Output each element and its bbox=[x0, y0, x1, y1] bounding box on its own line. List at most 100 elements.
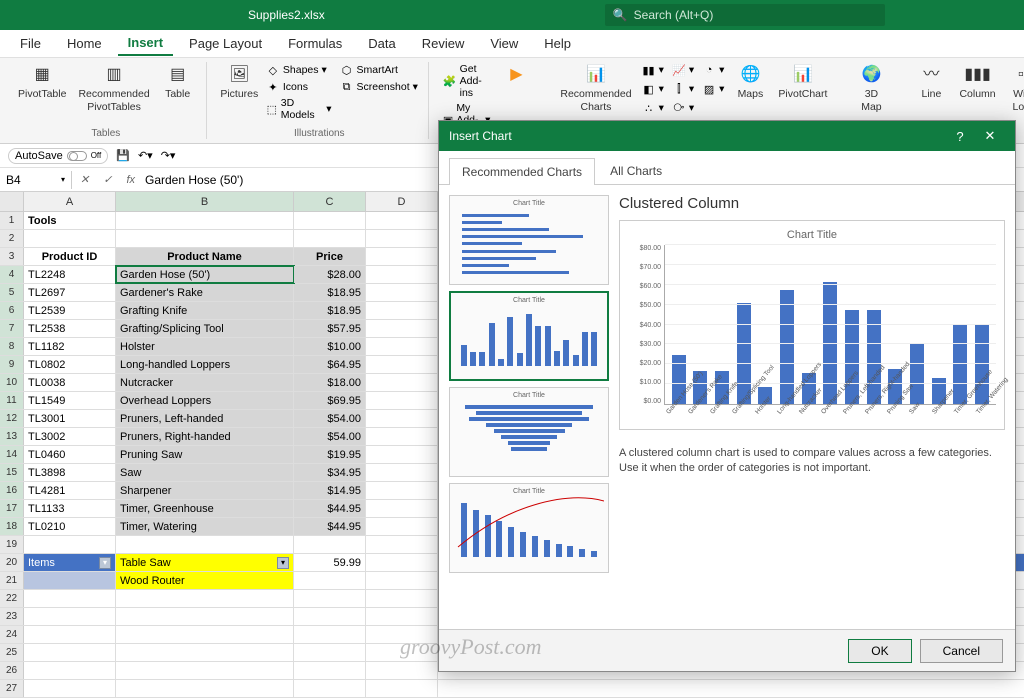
shapes-button[interactable]: ◇Shapes▾ bbox=[264, 62, 334, 78]
col-header-b[interactable]: B bbox=[116, 192, 294, 211]
get-addins-button[interactable]: 🧩Get Add-ins bbox=[441, 62, 492, 100]
cell-id[interactable]: TL3898 bbox=[24, 464, 116, 481]
bing-icon[interactable]: ▶ bbox=[496, 62, 536, 90]
chart-hier-button[interactable]: ◧▾ bbox=[640, 81, 666, 97]
thumb-clustered-column[interactable]: Chart Title bbox=[449, 291, 609, 381]
cell-name[interactable]: Saw bbox=[116, 464, 294, 481]
tab-data[interactable]: Data bbox=[358, 32, 405, 55]
tab-recommended-charts[interactable]: Recommended Charts bbox=[449, 158, 595, 185]
cell-price[interactable]: $34.95 bbox=[294, 464, 366, 481]
cell-price[interactable]: $19.95 bbox=[294, 446, 366, 463]
header-name[interactable]: Product Name bbox=[116, 248, 294, 265]
cell-name[interactable]: Gardener's Rake bbox=[116, 284, 294, 301]
cell-name[interactable]: Long-handled Loppers bbox=[116, 356, 294, 373]
cell-id[interactable]: TL1549 bbox=[24, 392, 116, 409]
cell-price[interactable]: $10.00 bbox=[294, 338, 366, 355]
recommended-pivottables-button[interactable]: ▥Recommended PivotTables bbox=[74, 62, 153, 115]
3dmap-button[interactable]: 🌍3D Map bbox=[851, 62, 891, 115]
sparkcolumn-button[interactable]: ▮▮▮Column bbox=[955, 62, 999, 103]
table-button[interactable]: ▤Table bbox=[158, 62, 198, 103]
ok-button[interactable]: OK bbox=[848, 639, 911, 663]
enter-formula-icon[interactable]: ✓ bbox=[99, 173, 116, 186]
cell-price[interactable]: $57.95 bbox=[294, 320, 366, 337]
cell-id[interactable]: TL2538 bbox=[24, 320, 116, 337]
tab-insert[interactable]: Insert bbox=[118, 31, 173, 56]
redo-button[interactable]: ↷▾ bbox=[161, 149, 176, 162]
cell-id[interactable]: TL2539 bbox=[24, 302, 116, 319]
cell-price[interactable]: $18.00 bbox=[294, 374, 366, 391]
cell-id[interactable]: TL0210 bbox=[24, 518, 116, 535]
cell-price[interactable]: $18.95 bbox=[294, 302, 366, 319]
cell-price[interactable]: $28.00 bbox=[294, 266, 366, 283]
cell-name[interactable]: Sharpener bbox=[116, 482, 294, 499]
cell-id[interactable]: TL1133 bbox=[24, 500, 116, 517]
cell-price[interactable]: $14.95 bbox=[294, 482, 366, 499]
cell-name[interactable]: Holster bbox=[116, 338, 294, 355]
cell-price[interactable]: $18.95 bbox=[294, 284, 366, 301]
cell-id[interactable]: TL3002 bbox=[24, 428, 116, 445]
tab-file[interactable]: File bbox=[10, 32, 51, 55]
fx-icon[interactable]: fx bbox=[122, 174, 139, 186]
tab-pagelayout[interactable]: Page Layout bbox=[179, 32, 272, 55]
col-header-c[interactable]: C bbox=[294, 192, 366, 211]
thumb-funnel[interactable]: Chart Title bbox=[449, 387, 609, 477]
screenshot-button[interactable]: ⧉Screenshot▾ bbox=[338, 79, 420, 95]
pivotchart-button[interactable]: 📊PivotChart bbox=[774, 62, 831, 103]
tab-help[interactable]: Help bbox=[534, 32, 581, 55]
chart-stat-button[interactable]: ⫿▾ bbox=[670, 81, 696, 97]
cancel-button[interactable]: Cancel bbox=[920, 639, 1003, 663]
smartart-button[interactable]: ⬡SmartArt bbox=[338, 62, 420, 78]
items-label[interactable]: Items▾ bbox=[24, 554, 116, 571]
pivottable-button[interactable]: ▦PivotTable bbox=[14, 62, 70, 103]
save-icon[interactable]: 💾 bbox=[116, 149, 130, 162]
chart-preview[interactable]: Chart Title $80.00$70.00$60.00$50.00$40.… bbox=[619, 220, 1005, 430]
select-all-corner[interactable] bbox=[0, 192, 24, 211]
items-row2-a[interactable] bbox=[24, 572, 116, 589]
recommended-charts-button[interactable]: 📊Recommended Charts bbox=[556, 62, 635, 115]
cell-id[interactable]: TL2697 bbox=[24, 284, 116, 301]
cell-name[interactable]: Nutcracker bbox=[116, 374, 294, 391]
cell-name[interactable]: Pruners, Right-handed bbox=[116, 428, 294, 445]
cell-price[interactable]: $44.95 bbox=[294, 518, 366, 535]
chart-col-button[interactable]: ▮▮▾ bbox=[640, 62, 666, 78]
cell-name[interactable]: Grafting/Splicing Tool bbox=[116, 320, 294, 337]
cell-id[interactable]: TL0460 bbox=[24, 446, 116, 463]
icons-button[interactable]: ✦Icons bbox=[264, 79, 334, 95]
cell-name[interactable]: Garden Hose (50') bbox=[116, 266, 294, 283]
cell-name[interactable]: Timer, Watering bbox=[116, 518, 294, 535]
help-button[interactable]: ? bbox=[945, 129, 975, 144]
close-button[interactable]: ✕ bbox=[975, 128, 1005, 144]
header-price[interactable]: Price bbox=[294, 248, 366, 265]
chart-combo-button[interactable]: ⧂▾ bbox=[670, 100, 696, 116]
filter-icon[interactable]: ▾ bbox=[99, 557, 111, 569]
cell-price[interactable]: $69.95 bbox=[294, 392, 366, 409]
col-header-d[interactable]: D bbox=[366, 192, 438, 211]
cell-id[interactable]: TL4281 bbox=[24, 482, 116, 499]
items-selection[interactable]: Table Saw▾ bbox=[116, 554, 294, 571]
cell-price[interactable]: $54.00 bbox=[294, 410, 366, 427]
autosave-toggle[interactable]: AutoSave Off bbox=[8, 148, 108, 164]
chart-pie-button[interactable]: ◔▾ bbox=[700, 62, 726, 78]
tab-home[interactable]: Home bbox=[57, 32, 112, 55]
cell-id[interactable]: TL0802 bbox=[24, 356, 116, 373]
cell-name[interactable]: Timer, Greenhouse bbox=[116, 500, 294, 517]
sheet-title[interactable]: Tools bbox=[24, 212, 116, 229]
3dmodels-button[interactable]: ⬚3D Models▾ bbox=[264, 96, 334, 122]
cancel-formula-icon[interactable]: ✕ bbox=[76, 173, 93, 186]
tab-review[interactable]: Review bbox=[412, 32, 475, 55]
cell-id[interactable]: TL3001 bbox=[24, 410, 116, 427]
undo-button[interactable]: ↶▾ bbox=[138, 149, 153, 162]
dialog-titlebar[interactable]: Insert Chart ? ✕ bbox=[439, 121, 1015, 151]
cell-name[interactable]: Overhead Loppers bbox=[116, 392, 294, 409]
filter-icon[interactable]: ▾ bbox=[277, 557, 289, 569]
cell-price[interactable]: $54.00 bbox=[294, 428, 366, 445]
maps-button[interactable]: 🌐Maps bbox=[730, 62, 770, 103]
header-id[interactable]: Product ID bbox=[24, 248, 116, 265]
cell-name[interactable]: Pruners, Left-handed bbox=[116, 410, 294, 427]
chart-scatter-button[interactable]: ∴▾ bbox=[640, 100, 666, 116]
chart-line-button[interactable]: 📈▾ bbox=[670, 62, 696, 78]
sparkwinloss-button[interactable]: ▫▪Win/ Loss bbox=[1004, 62, 1024, 115]
tab-all-charts[interactable]: All Charts bbox=[597, 157, 675, 184]
items-row2-b[interactable]: Wood Router bbox=[116, 572, 294, 589]
thumb-clustered-bar[interactable]: Chart Title bbox=[449, 195, 609, 285]
